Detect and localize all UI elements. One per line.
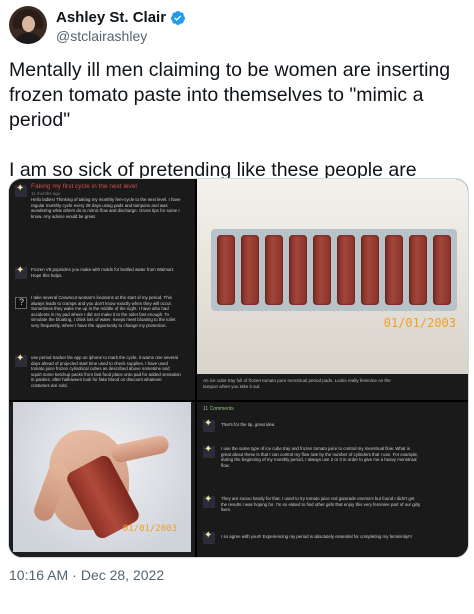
comments-header: 11 Comments [203, 406, 234, 412]
tweet-time: 10:16 AM [9, 567, 69, 583]
post-meta: 11 months ago [31, 191, 61, 196]
user-avatar-icon [15, 265, 27, 279]
user-avatar-icon [15, 353, 27, 367]
user-avatar-icon [203, 444, 215, 458]
tweet-date: Dec 28, 2022 [80, 567, 165, 583]
post-body: use period tracker lite app on iphone to… [31, 355, 181, 388]
avatar[interactable] [9, 6, 47, 44]
tweet-timestamp[interactable]: 10:16 AM · Dec 28, 2022 [9, 567, 168, 583]
media-image-ice-tray[interactable]: 01/01/2003 An ice cube tray full of froz… [197, 179, 468, 400]
display-name[interactable]: Ashley St. Clair [56, 9, 166, 26]
media-image-hand[interactable]: 01/01/2003 [9, 402, 195, 557]
user-avatar-icon [15, 183, 27, 197]
author-name-row: Ashley St. Clair [56, 9, 186, 26]
verified-badge-icon [171, 10, 186, 25]
photo-hand: 01/01/2003 [13, 402, 191, 552]
user-avatar-icon [203, 530, 215, 544]
media-image-forum-thread[interactable]: Faking my first cycle in the next level … [9, 179, 195, 400]
media-image-comments[interactable]: 11 Comments That's for the tip, great id… [197, 402, 468, 557]
photo-date-stamp: 01/01/2003 [383, 316, 456, 330]
comment-body: They are soooo handy for that. I used to… [221, 496, 421, 513]
post-title: Faking my first cycle in the next level [31, 183, 137, 190]
user-avatar-icon [203, 494, 215, 508]
handle[interactable]: @stclairashley [56, 28, 147, 44]
media-grid: Faking my first cycle in the next level … [8, 178, 469, 558]
post-body: I take several Crowncut woman's location… [31, 295, 176, 328]
photo-date-stamp: 01/01/2003 [122, 524, 177, 534]
post-body: Hello ladies! Thinking of taking my mont… [31, 197, 181, 219]
user-avatar-icon [203, 418, 215, 432]
photo-caption: An ice cube tray full of frozen tomato p… [203, 378, 391, 389]
comment-body: I use the same type of ice cube tray and… [221, 446, 419, 468]
caption-strip: An ice cube tray full of frozen tomato p… [197, 374, 468, 400]
separator: · [72, 567, 77, 583]
comment-body: That's for the tip, great idea [221, 422, 275, 427]
ice-cube-tray [211, 229, 457, 311]
user-avatar-icon [15, 297, 27, 309]
photo-tray: 01/01/2003 [197, 179, 468, 374]
post-body: Frozen V8 popsicles you make with molds … [31, 267, 175, 278]
tweet-header: Ashley St. Clair @stclairashley [9, 6, 465, 46]
comment-body: I so agree with you!!! Experiencing my p… [221, 534, 412, 539]
